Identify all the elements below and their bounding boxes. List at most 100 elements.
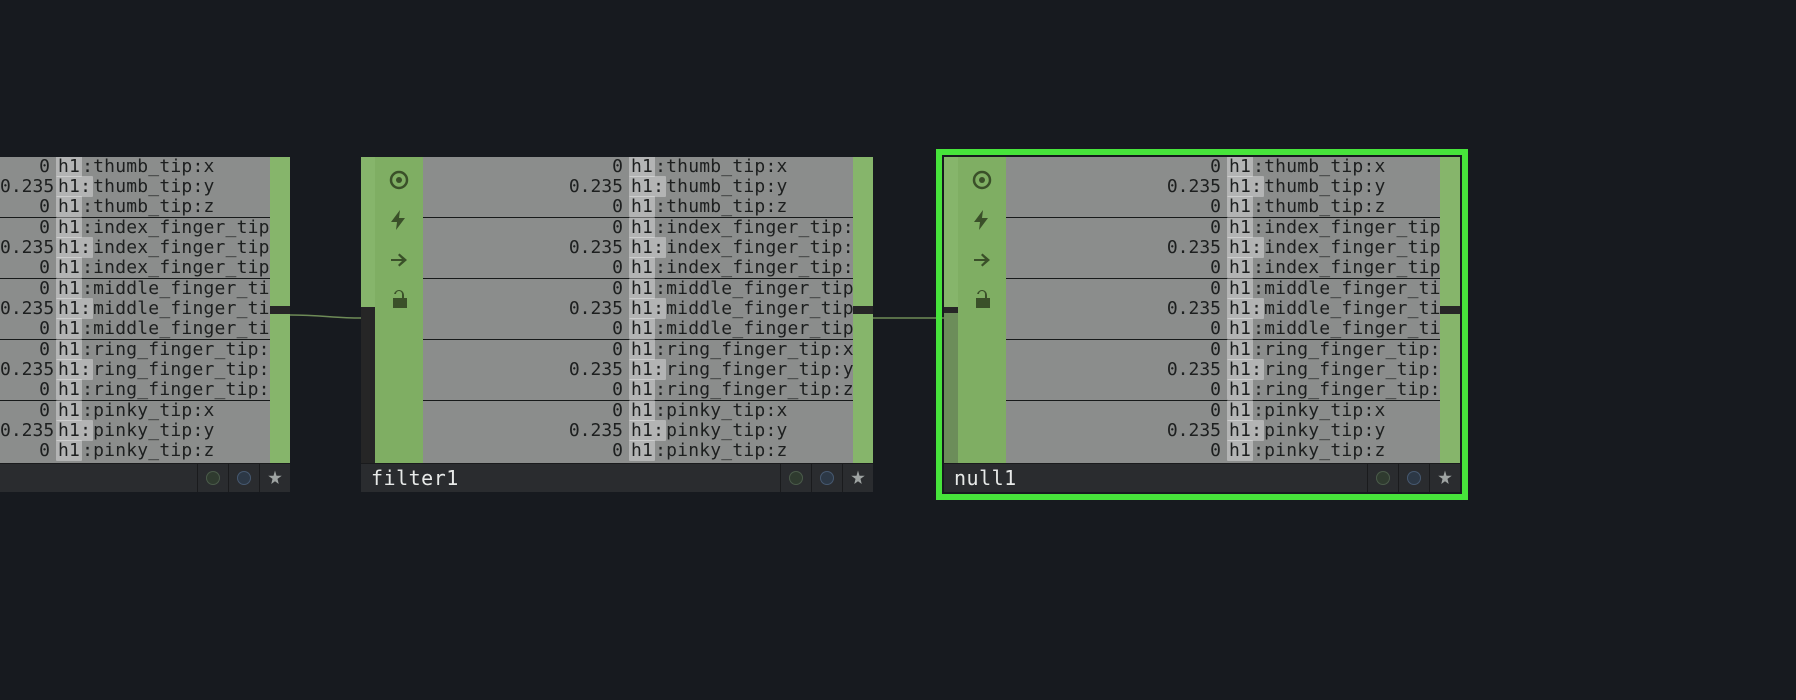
target-icon[interactable] <box>962 161 1002 199</box>
channel-row[interactable]: 0.235h1:middle_finger_tip: <box>423 299 853 319</box>
output-connector[interactable] <box>1440 157 1460 463</box>
channel-row[interactable]: 0h1:middle_finger_tip: <box>1006 319 1440 339</box>
node-name-label[interactable] <box>0 464 197 492</box>
channel-value: 0.235 <box>1006 238 1227 258</box>
channel-row[interactable]: 0.235h1:pinky_tip:y <box>1006 421 1440 441</box>
target-icon[interactable] <box>379 161 419 199</box>
node-null1[interactable]: 0h1:thumb_tip:x0.235h1:thumb_tip:y0h1:th… <box>944 157 1460 492</box>
channel-row[interactable]: 0.235h1:pinky_tip:y <box>423 421 853 441</box>
channel-value: 0.235 <box>423 238 629 258</box>
channel-row[interactable]: 0.235h1:ring_finger_tip:y <box>423 360 853 380</box>
channel-value: 0 <box>423 401 629 421</box>
channel-row[interactable]: 0.235h1:thumb_tip:y <box>0 177 270 197</box>
channel-value: 0.235 <box>1006 177 1227 197</box>
unlock-icon[interactable] <box>962 281 1002 319</box>
channel-row[interactable]: 0.235h1:middle_finger_tip: <box>1006 299 1440 319</box>
channel-name: h1:thumb_tip:y <box>629 177 788 197</box>
channel-name: h1:middle_finger_tip: <box>56 299 270 319</box>
channel-name: h1:ring_finger_tip:x <box>1227 340 1440 360</box>
channel-row[interactable]: 0h1:thumb_tip:x <box>0 157 270 177</box>
channel-row[interactable]: 0h1:middle_finger_tip: <box>0 319 270 339</box>
channel-value: 0 <box>1006 197 1227 217</box>
channel-row[interactable]: 0h1:pinky_tip:x <box>1006 400 1440 421</box>
arrow-right-icon[interactable] <box>379 241 419 279</box>
channel-value: 0.235 <box>0 360 56 380</box>
channel-row[interactable]: 0h1:ring_finger_tip:x <box>0 339 270 360</box>
channel-row[interactable]: 0h1:ring_finger_tip:x <box>1006 339 1440 360</box>
channel-name: h1:middle_finger_tip: <box>629 279 853 299</box>
channel-value: 0 <box>1006 340 1227 360</box>
channel-row[interactable]: 0h1:pinky_tip:z <box>0 441 270 461</box>
channel-row[interactable]: 0h1:ring_finger_tip:z <box>423 380 853 400</box>
channel-row[interactable]: 0h1:index_finger_tip:x <box>423 217 853 238</box>
channel-row[interactable]: 0h1:pinky_tip:x <box>0 400 270 421</box>
channel-row[interactable]: 0h1:thumb_tip:z <box>1006 197 1440 217</box>
channel-row[interactable]: 0.235h1:index_finger_tip:y <box>423 238 853 258</box>
node-filter1[interactable]: 0h1:thumb_tip:x0.235h1:thumb_tip:y0h1:th… <box>361 157 873 492</box>
channel-row[interactable]: 0.235h1:ring_finger_tip:y <box>0 360 270 380</box>
display-flag[interactable] <box>1429 464 1460 492</box>
chop-channel-viewer[interactable]: 0h1:thumb_tip:x0.235h1:thumb_tip:y0h1:th… <box>1006 157 1440 463</box>
node-name-label[interactable]: filter1 <box>361 464 780 492</box>
viewer-flag[interactable] <box>780 464 811 492</box>
channel-row[interactable]: 0.235h1:thumb_tip:y <box>1006 177 1440 197</box>
channel-value: 0 <box>1006 401 1227 421</box>
network-editor[interactable]: 0h1:thumb_tip:x0.235h1:thumb_tip:y0h1:th… <box>0 0 1796 700</box>
channel-name: h1:pinky_tip:x <box>629 401 788 421</box>
channel-row[interactable]: 0h1:index_finger_tip:x <box>1006 217 1440 238</box>
output-connector[interactable] <box>853 157 873 463</box>
channel-row[interactable]: 0h1:middle_finger_tip: <box>423 319 853 339</box>
channel-name: h1:index_finger_tip:y <box>1227 238 1440 258</box>
bypass-flag[interactable] <box>1398 464 1429 492</box>
channel-row[interactable]: 0h1:index_finger_tip:z <box>1006 258 1440 278</box>
channel-name: h1:middle_finger_tip: <box>1227 279 1440 299</box>
channel-row[interactable]: 0h1:index_finger_tip:z <box>0 258 270 278</box>
channel-row[interactable]: 0h1:pinky_tip:z <box>423 441 853 461</box>
channel-row[interactable]: 0h1:thumb_tip:z <box>423 197 853 217</box>
channel-row[interactable]: 0.235h1:ring_finger_tip:y <box>1006 360 1440 380</box>
output-connector[interactable] <box>270 157 290 463</box>
channel-row[interactable]: 0h1:index_finger_tip:x <box>0 217 270 238</box>
input-connector[interactable] <box>361 157 375 463</box>
chop-channel-viewer[interactable]: 0h1:thumb_tip:x0.235h1:thumb_tip:y0h1:th… <box>423 157 853 463</box>
bolt-icon[interactable] <box>962 201 1002 239</box>
display-flag[interactable] <box>842 464 873 492</box>
channel-row[interactable]: 0h1:index_finger_tip:z <box>423 258 853 278</box>
channel-name: h1:middle_finger_tip: <box>56 319 270 339</box>
unlock-icon[interactable] <box>379 281 419 319</box>
channel-row[interactable]: 0.235h1:thumb_tip:y <box>423 177 853 197</box>
display-flag[interactable] <box>259 464 290 492</box>
channel-row[interactable]: 0h1:middle_finger_tip: <box>1006 278 1440 299</box>
channel-row[interactable]: 0.235h1:pinky_tip:y <box>0 421 270 441</box>
channel-row[interactable]: 0h1:pinky_tip:z <box>1006 441 1440 461</box>
arrow-right-icon[interactable] <box>962 241 1002 279</box>
channel-row[interactable]: 0h1:middle_finger_tip: <box>423 278 853 299</box>
node-source[interactable]: 0h1:thumb_tip:x0.235h1:thumb_tip:y0h1:th… <box>0 157 290 492</box>
channel-name: h1:middle_finger_tip: <box>56 279 270 299</box>
bypass-flag[interactable] <box>811 464 842 492</box>
bolt-icon[interactable] <box>379 201 419 239</box>
chop-channel-viewer[interactable]: 0h1:thumb_tip:x0.235h1:thumb_tip:y0h1:th… <box>0 157 270 463</box>
channel-value: 0 <box>0 319 56 339</box>
channel-value: 0 <box>0 401 56 421</box>
channel-row[interactable]: 0h1:thumb_tip:z <box>0 197 270 217</box>
channel-row[interactable]: 0h1:ring_finger_tip:x <box>423 339 853 360</box>
channel-row[interactable]: 0.235h1:middle_finger_tip: <box>0 299 270 319</box>
input-connector[interactable] <box>944 157 958 463</box>
viewer-flag[interactable] <box>197 464 228 492</box>
node-name-label[interactable]: null1 <box>944 464 1367 492</box>
channel-row[interactable]: 0h1:thumb_tip:x <box>423 157 853 177</box>
channel-name: h1:thumb_tip:y <box>56 177 215 197</box>
bypass-flag[interactable] <box>228 464 259 492</box>
channel-name: h1:pinky_tip:y <box>56 421 215 441</box>
channel-row[interactable]: 0h1:middle_finger_tip: <box>0 278 270 299</box>
channel-row[interactable]: 0h1:ring_finger_tip:z <box>1006 380 1440 400</box>
channel-row[interactable]: 0h1:pinky_tip:x <box>423 400 853 421</box>
channel-row[interactable]: 0.235h1:index_finger_tip:y <box>1006 238 1440 258</box>
channel-row[interactable]: 0.235h1:index_finger_tip:y <box>0 238 270 258</box>
channel-name: h1:index_finger_tip:z <box>1227 258 1440 278</box>
channel-row[interactable]: 0h1:ring_finger_tip:z <box>0 380 270 400</box>
channel-row[interactable]: 0h1:thumb_tip:x <box>1006 157 1440 177</box>
viewer-flag[interactable] <box>1367 464 1398 492</box>
channel-value: 0.235 <box>0 238 56 258</box>
